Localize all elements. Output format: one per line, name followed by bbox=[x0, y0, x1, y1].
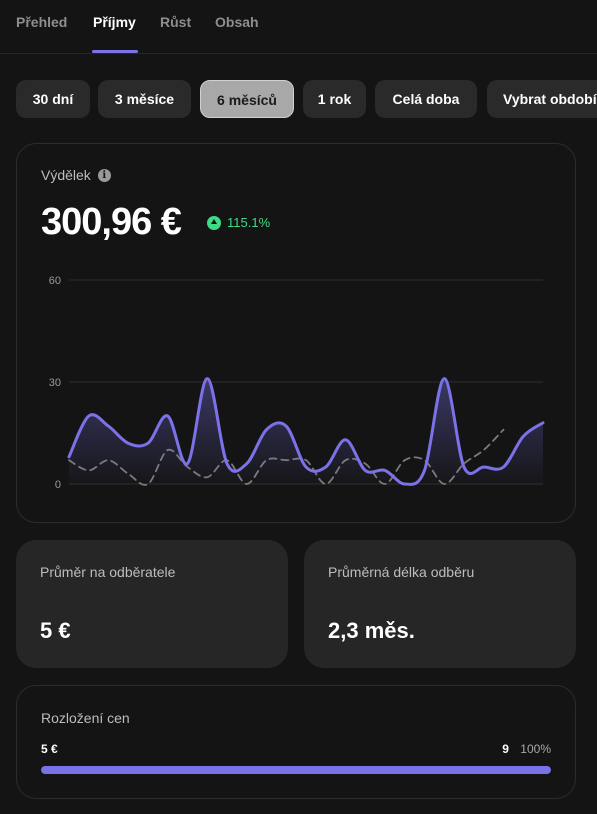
tab-prijmy[interactable]: Příjmy bbox=[93, 14, 136, 30]
period-3-months-button[interactable]: 3 měsíce bbox=[98, 80, 191, 118]
avg-subscription-length-value: 2,3 měs. bbox=[328, 618, 415, 643]
earnings-change: 115.1% bbox=[207, 215, 270, 230]
top-tabs: Přehled Příjmy Růst Obsah bbox=[0, 0, 597, 54]
info-icon[interactable]: i bbox=[97, 168, 111, 182]
tab-rust[interactable]: Růst bbox=[160, 14, 191, 30]
avg-subscription-length-label: Průměrná délka odběru bbox=[328, 564, 475, 580]
active-tab-indicator bbox=[92, 50, 138, 53]
earnings-value: 300,96 € bbox=[41, 201, 182, 243]
y-tick-label: 60 bbox=[49, 275, 61, 287]
avg-per-subscriber-card: Průměr na odběratele 5 € bbox=[16, 540, 288, 668]
avg-per-subscriber-value: 5 € bbox=[40, 618, 71, 643]
y-tick-label: 30 bbox=[49, 377, 61, 389]
price-tier-label: 5 € bbox=[41, 742, 58, 756]
avg-per-subscriber-label: Průměr na odběratele bbox=[40, 564, 176, 580]
price-tier-bar-fill bbox=[41, 766, 551, 774]
price-distribution-label: Rozložení cen bbox=[41, 710, 130, 726]
earnings-card: Výdělek i 300,96 € 115.1% 60 30 0 bbox=[16, 143, 576, 523]
period-30-days-button[interactable]: 30 dní bbox=[16, 80, 90, 118]
period-all-time-button[interactable]: Celá doba bbox=[375, 80, 477, 118]
triangle-up-icon bbox=[207, 215, 221, 230]
tab-obsah[interactable]: Obsah bbox=[215, 14, 259, 30]
price-tier-bar bbox=[41, 766, 551, 774]
price-distribution-card: Rozložení cen 5 € 9 100% bbox=[16, 685, 576, 799]
price-tier-stats: 9 100% bbox=[502, 742, 551, 756]
price-tier-count: 9 bbox=[502, 742, 509, 756]
avg-subscription-length-card: Průměrná délka odběru 2,3 měs. bbox=[304, 540, 576, 668]
period-custom-button[interactable]: Vybrat období bbox=[487, 80, 597, 118]
period-6-months-button[interactable]: 6 měsíců bbox=[200, 80, 294, 118]
price-tier-percent: 100% bbox=[520, 742, 551, 756]
tab-prehled[interactable]: Přehled bbox=[16, 14, 67, 30]
y-tick-label: 0 bbox=[55, 479, 61, 491]
earnings-chart: 60 30 0 bbox=[49, 275, 545, 491]
earnings-change-value: 115.1% bbox=[227, 215, 271, 230]
period-1-year-button[interactable]: 1 rok bbox=[303, 80, 366, 118]
earnings-label: Výdělek i bbox=[41, 167, 111, 183]
